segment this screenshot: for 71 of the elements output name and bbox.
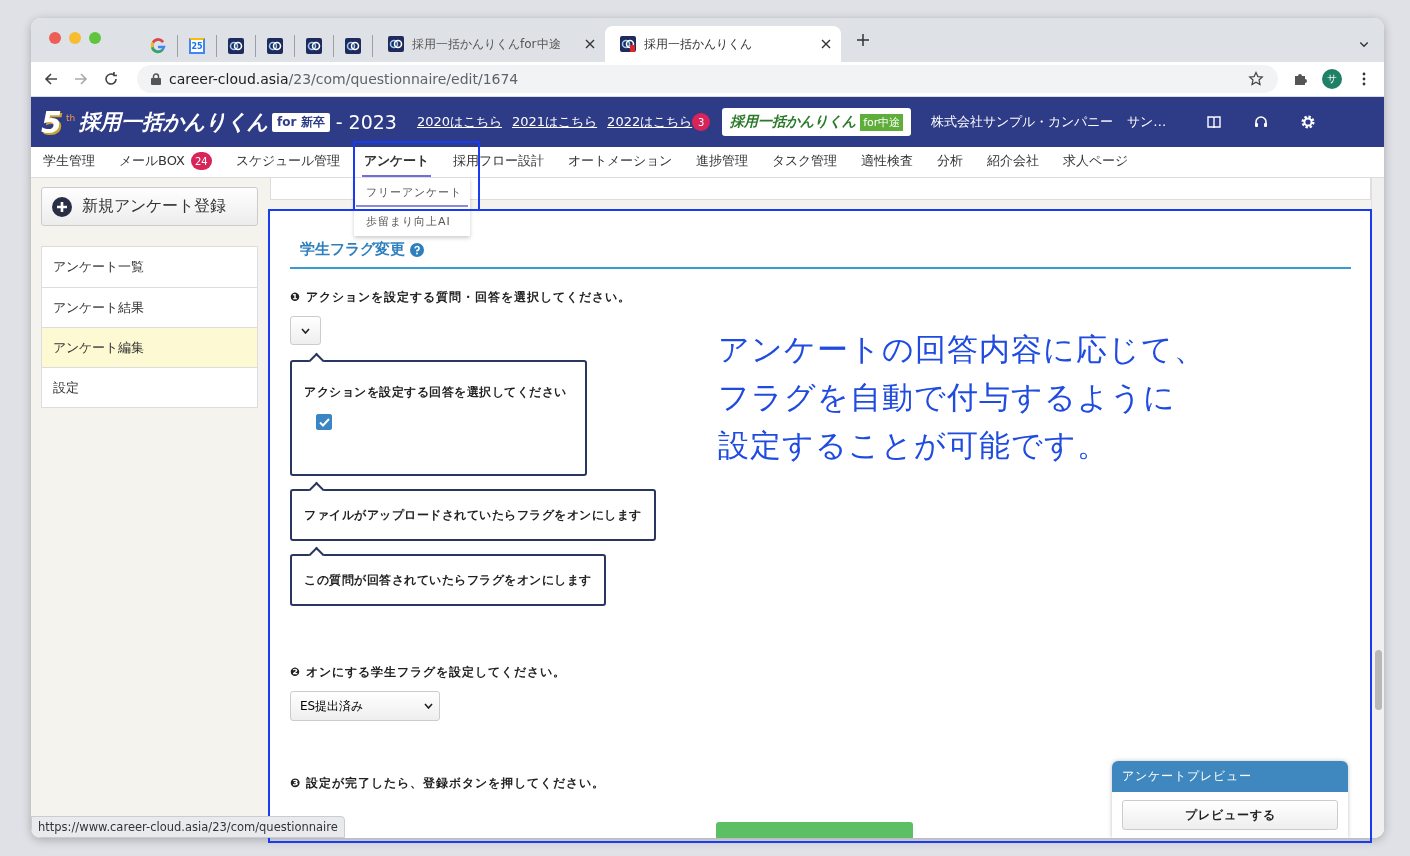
nav-tab[interactable]: タスク管理 [769,147,839,177]
close-icon[interactable] [585,39,595,49]
step-label: ❸ 設定が完了したら、登録ボタンを押してください。 [290,775,606,792]
nav-tab[interactable]: メールBOX 24 [117,147,214,177]
headset-icon[interactable] [1253,114,1270,130]
sister-product-button[interactable]: 採用一括かんりくん for中途 [722,108,912,136]
nav-tab[interactable]: 求人ページ [1060,147,1130,177]
status-url: https://www.career-cloud.asia/23/com/questionnaire [31,816,345,838]
browser-tab[interactable]: 25 [178,35,217,57]
app-icon [620,36,636,52]
nav-tab[interactable]: 進捗管理 [693,147,750,177]
panel-title: アンケートプレビュー [1112,761,1348,792]
count-badge: 3 [692,113,711,131]
answer-checkbox[interactable] [316,414,332,430]
chevron-down-icon [424,703,433,709]
dropdown-item[interactable]: 歩留まり向上AI [356,207,468,236]
sidebar-item[interactable]: アンケート編集 [42,327,257,367]
nav-tab[interactable]: 学生管理 [41,147,97,177]
url-host: career-cloud.asia [169,71,289,87]
address-field[interactable]: career-cloud.asia/23/com/questionnaire/edit/1674 [137,65,1278,93]
settings-icon[interactable] [1300,114,1317,130]
book-icon[interactable] [1206,114,1223,130]
app-icon [228,38,244,54]
section-title: 学生フラグ変更 [300,240,405,259]
logo-number: 5 [41,104,62,140]
browser-tab[interactable]: 採用一括かんりくんfor中途 [373,26,605,62]
browser-tab[interactable]: 採用一括かんりくん [605,26,841,62]
nav-tab[interactable]: スケジュール管理 [233,147,342,177]
dropdown-item[interactable]: フリーアンケート [356,178,468,207]
close-icon[interactable] [821,39,831,49]
help-icon[interactable] [410,242,424,257]
back-icon[interactable] [43,71,59,87]
count-badge: 24 [191,152,212,170]
app-icon [345,38,361,54]
step-label: ❷ オンにする学生フラグを設定してください。 [290,664,567,681]
app-icon [306,38,322,54]
year-label: - 2023 [335,111,397,133]
step-label: ❶ アクションを設定する質問・回答を選択してください。 [290,289,632,306]
reload-icon[interactable] [103,71,119,87]
logo-suffix: th [65,112,76,123]
nav-tab[interactable]: 適性検査 [858,147,915,177]
year-link[interactable]: 2022はこちら [607,113,693,131]
calendar-icon: 25 [189,38,205,54]
year-link[interactable]: 2021はこちら [512,113,598,131]
year-link[interactable]: 2020はこちら [416,113,502,131]
nav-tab[interactable]: オートメーション [565,147,674,177]
nav-tab[interactable]: 採用フロー設計 [450,147,546,177]
preview-button[interactable]: プレビューする [1122,800,1338,830]
google-icon [150,38,166,54]
edition-badge: for 新卒 [272,112,330,132]
url-path: /23/com/questionnaire/edit/1674 [288,71,520,87]
new-survey-button[interactable]: 新規アンケート登録 [41,187,258,226]
annotation-text: アンケートの回答内容に応じて、 フラグを自動で付与するように 設定することが可能です。 [718,330,1206,465]
lock-icon [151,73,161,85]
new-tab-icon[interactable] [855,32,871,48]
user-name[interactable]: サン… [1127,113,1167,131]
plus-circle-icon [52,196,72,217]
logo-text[interactable]: 採用一括かんりくん [79,108,269,136]
app-icon [267,38,283,54]
star-icon[interactable] [1248,71,1264,87]
nav-tab[interactable]: 分析 [934,147,965,177]
chevron-down-icon [301,327,310,334]
puzzle-icon[interactable] [1292,71,1308,87]
popover-text: アクションを設定する回答を選択してください [304,385,568,400]
nav-tab[interactable]: 紹介会社 [984,147,1041,177]
app-icon [388,36,404,52]
profile-avatar[interactable]: サ [1322,69,1342,89]
company-name: 株式会社サンプル・カンパニー [931,113,1114,131]
nav-tab[interactable]: アンケート [361,147,431,177]
window-close-button[interactable] [49,32,61,44]
flag-select[interactable]: ES提出済み [290,691,440,721]
